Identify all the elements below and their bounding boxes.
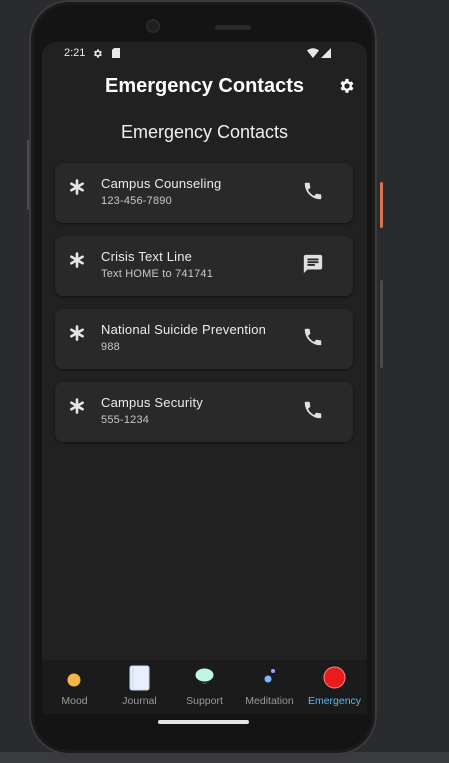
support-icon (195, 668, 214, 684)
volume-button (380, 280, 383, 368)
app-title: Emergency Contacts (105, 75, 304, 97)
asterisk-icon (70, 398, 84, 414)
phone-icon[interactable] (302, 399, 324, 421)
wifi-icon (307, 48, 319, 58)
gear-icon[interactable] (338, 77, 356, 95)
nav-label: Meditation (245, 695, 294, 707)
nav-label: Support (186, 695, 223, 707)
front-camera (146, 19, 160, 33)
side-button-left (27, 140, 29, 210)
meditation-icon (264, 669, 275, 683)
contact-name: National Suicide Prevention (101, 322, 267, 337)
asterisk-icon (70, 252, 84, 268)
nav-tab-meditation[interactable]: Meditation (237, 660, 302, 714)
contact-card-crisis-text-line[interactable]: Crisis Text Line Text HOME to 741741 (55, 236, 353, 296)
contact-name: Crisis Text Line (101, 249, 193, 264)
contact-card-campus-counseling[interactable]: Campus Counseling 123-456-7890 (55, 163, 353, 223)
app-screen: 2:21 Emergency Contacts Emergency Contac… (42, 42, 367, 714)
contact-phone: 988 (101, 341, 120, 353)
nav-tab-mood[interactable]: Mood (42, 660, 107, 714)
nav-tab-journal[interactable]: Journal (107, 660, 172, 714)
asterisk-icon (70, 179, 84, 195)
nav-tab-emergency[interactable]: Emergency (302, 660, 367, 714)
phone-icon[interactable] (302, 180, 324, 202)
nav-label: Mood (61, 695, 88, 707)
home-indicator[interactable] (158, 720, 249, 724)
nav-label: Emergency (307, 695, 362, 707)
nav-tab-support[interactable]: Support (172, 660, 237, 714)
sd-card-icon (112, 48, 120, 58)
contact-phone: 123-456-7890 (101, 195, 172, 207)
phone-icon[interactable] (302, 326, 324, 348)
contact-name: Campus Counseling (101, 176, 222, 191)
contact-card-national-suicide-prevention[interactable]: National Suicide Prevention 988 (55, 309, 353, 369)
earpiece-speaker (215, 25, 251, 30)
contact-card-campus-security[interactable]: Campus Security 555-1234 (55, 382, 353, 442)
contact-detail: Text HOME to 741741 (101, 268, 214, 280)
mood-icon (67, 673, 81, 687)
status-bar: 2:21 (42, 42, 367, 66)
contact-name: Campus Security (101, 395, 203, 410)
contact-phone: 555-1234 (101, 414, 150, 426)
settings-status-icon (94, 49, 102, 58)
section-title: Emergency Contacts (120, 122, 289, 142)
power-button (380, 182, 383, 228)
emergency-icon (323, 666, 346, 689)
nav-label: Journal (122, 695, 157, 707)
status-time: 2:21 (64, 47, 86, 59)
message-icon[interactable] (302, 253, 324, 275)
bottom-navigation: Mood Journal Support Meditation Emergenc… (42, 660, 367, 714)
asterisk-icon (70, 325, 84, 341)
cellular-signal-icon (321, 48, 331, 58)
journal-icon (129, 665, 150, 691)
